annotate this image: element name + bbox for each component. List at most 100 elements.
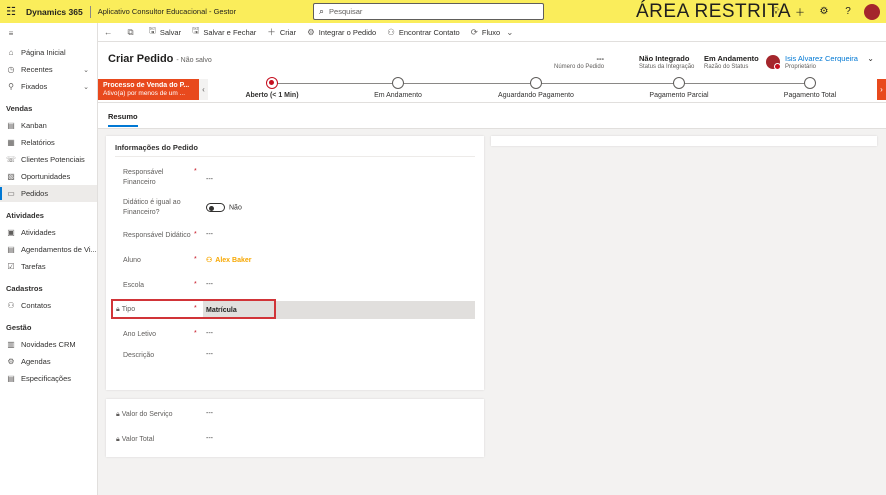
order-number-field: --- Número do Pedido [554,54,604,70]
save-close-icon: 🖫︎ [192,25,200,35]
sidebar-item-label: Clientes Potenciais [21,155,85,164]
sidebar-item-relatorios[interactable]: ▦ Relatórios [0,134,97,151]
didatico-toggle[interactable]: Não [206,203,242,212]
sidebar-item-agendamentos[interactable]: ▤ Agendamentos de Vi... [0,241,97,258]
integrate-button[interactable]: ⚙ Integrar o Pedido [307,27,376,38]
sidebar-item-clientes-potenciais[interactable]: ☏ Clientes Potenciais [0,151,97,168]
sidebar-item-label: Agendamentos de Vi... [21,245,97,254]
process-title[interactable]: Processo de Venda do P... Ativo(a) por m… [98,79,199,100]
aluno-lookup[interactable]: ⚇ Alex Baker [206,256,251,264]
sidebar-item-tarefas[interactable]: ☑ Tarefas [0,258,97,275]
stage-label: Pagamento Parcial [649,92,709,99]
chevron-right-icon[interactable]: › [877,79,886,100]
sidebar-item-label: Relatórios [21,138,55,147]
sidebar-item-label: Recentes [21,65,53,74]
lightbulb-icon[interactable]: 💡︎ [764,6,788,17]
escola-input[interactable]: --- [206,281,213,288]
sidebar-item-pedidos[interactable]: ▭ Pedidos [0,185,97,202]
sidebar-item-label: Contatos [21,301,52,310]
plus-icon[interactable]: ＋ [788,4,812,19]
sidebar-item-agendas[interactable]: ⚙ Agendas [0,353,97,370]
phone-icon: ☏ [6,155,17,164]
new-label: Criar [279,27,297,37]
page-title-text: Criar Pedido [108,53,174,65]
integration-status-value: Não Integrado [639,54,690,63]
stage-label: Aberto (< 1 Min) [245,92,299,99]
user-avatar[interactable] [864,3,880,20]
search-icon: ⌕ [319,6,325,16]
brand-name[interactable]: Dynamics 365 [22,7,83,17]
tipo-value[interactable]: Matrícula [206,307,237,314]
descricao-input[interactable]: --- [206,351,213,358]
field-label: Escola [123,282,145,289]
search-placeholder: Pesquisar [329,7,363,16]
sidebar-menu-toggle[interactable]: ≡ [0,25,97,42]
chevron-left-icon[interactable]: ‹ [199,79,208,100]
integration-status-field: Não Integrado Status da Integração [639,54,694,70]
opportunity-icon: ▧ [7,172,15,181]
sidebar-item-contatos[interactable]: ⚇ Contatos [0,297,97,314]
lock-icon: 🔒︎ [116,306,120,313]
field-label: Didático é igual ao Financeiro? [123,199,181,216]
chevron-down-icon: ⌄ [506,26,514,37]
sidebar-item-pinned[interactable]: ⚲ Fixados ⌄ [0,78,97,95]
stage-aguardando-pagamento[interactable]: Aguardando Pagamento [476,77,596,99]
report-icon: ▦ [7,138,15,147]
toggle-switch[interactable] [206,203,225,212]
sidebar-group-gestao: Gestão [6,323,32,332]
chevron-down-icon[interactable]: ⌄ [867,54,874,63]
sidebar-item-label: Kanban [21,121,47,130]
popout-icon: ⧉ [127,26,134,37]
sidebar-item-especificacoes[interactable]: ▤ Especificações [0,370,97,387]
help-icon[interactable]: ? [836,6,860,17]
gear-icon[interactable]: ⚙ [812,6,836,17]
responsavel-financeiro-input[interactable]: --- [206,176,213,183]
search-input[interactable]: ⌕ Pesquisar [313,3,544,20]
activity-icon: ▣ [7,228,15,237]
stage-pagamento-parcial[interactable]: Pagamento Parcial [619,77,739,99]
tab-resumo[interactable]: Resumo [108,112,138,127]
required-indicator: * [194,231,197,238]
sidebar-item-home[interactable]: ⌂ Página Inicial [0,44,97,61]
sidebar-item-atividades[interactable]: ▣ Atividades [0,224,97,241]
owner-name[interactable]: Isis Alvarez Cerqueira [785,54,858,63]
contact-icon: ⚇ [7,301,15,310]
sidebar-item-novidades[interactable]: ▥ Novidades CRM [0,336,97,353]
stage-aberto[interactable]: Aberto (< 1 Min) [212,77,332,99]
owner-field[interactable]: Isis Alvarez Cerqueira Proprietário [766,54,858,70]
flow-button[interactable]: ⟳ Fluxo ⌄ [471,27,518,38]
field-label: 🔒︎ Valor Total [116,435,206,445]
sidebar-item-label: Agendas [21,357,51,366]
find-contact-button[interactable]: ⚇ Encontrar Contato [387,27,460,38]
popout-button[interactable]: ⧉ [128,27,138,38]
required-indicator: * [194,305,197,312]
sidebar-item-label: Atividades [21,228,56,237]
sidebar-item-recent[interactable]: ◷ Recentes ⌄ [0,61,97,78]
stage-em-andamento[interactable]: Em Andamento [338,77,458,99]
stage-marker [804,77,816,89]
app-launcher-icon[interactable]: ☷ [0,0,22,23]
sidebar-item-oportunidades[interactable]: ▧ Oportunidades [0,168,97,185]
flow-icon: ⟳ [470,26,478,37]
stage-pagamento-total[interactable]: Pagamento Total [750,77,870,99]
calendar-icon: ▤ [7,245,15,254]
form-tabs: Resumo [98,103,886,129]
field-label: 🔒︎ Tipo [116,305,186,315]
order-number-label: Número do Pedido [554,64,605,70]
sidebar-item-label: Fixados [21,82,48,91]
save-close-button[interactable]: 🖫︎ Salvar e Fechar [192,25,256,39]
required-indicator: * [194,330,197,337]
save-button[interactable]: 🖫︎ Salvar [149,25,182,39]
valor-total-value: --- [206,435,213,442]
aluno-value[interactable]: Alex Baker [215,257,251,264]
sidebar-item-kanban[interactable]: ▤ Kanban [0,117,97,134]
app-name[interactable]: Aplicativo Consultor Educacional - Gesto… [98,7,236,16]
ano-letivo-input[interactable]: --- [206,330,213,337]
new-button[interactable]: ＋ Criar [267,26,296,38]
sidebar-group-vendas: Vendas [6,104,33,113]
back-button[interactable]: ← [104,27,117,37]
responsavel-didatico-input[interactable]: --- [206,231,213,238]
save-icon: 🖫︎ [148,25,156,35]
field-label: Responsável Financeiro [123,169,164,186]
save-label: Salvar [159,27,182,37]
